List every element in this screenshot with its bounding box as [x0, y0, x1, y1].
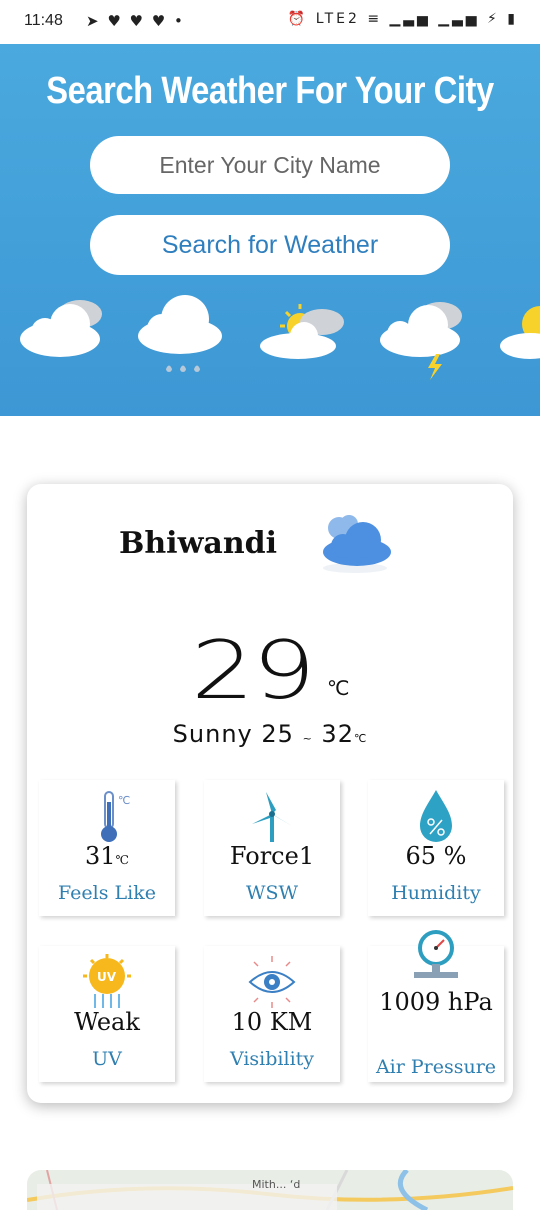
range-separator: ~ — [302, 732, 313, 745]
humidity-value: 65 % — [405, 842, 467, 870]
humidity-label: Humidity — [391, 882, 481, 904]
rain-cloud-icon — [138, 295, 222, 372]
condition-text: Sunny — [172, 720, 253, 748]
visibility-value: 10 KM — [231, 1008, 313, 1036]
map-preview[interactable]: Mith... ‘d — [27, 1170, 513, 1210]
map-label: Mith... ‘d — [252, 1178, 300, 1191]
status-time: 11:48 — [24, 12, 63, 29]
feels-like-value: 31℃ — [85, 842, 129, 870]
feels-like-tile: ℃ 31℃ Feels Like — [39, 780, 175, 916]
status-bar: 11:48 ➤ ♥ ♥ ♥ • ⏰ LTE2 ≡ ▁▃▅ ▁▃▅ ⚡ ▮ — [0, 0, 540, 44]
uv-value: Weak — [74, 1008, 140, 1036]
humidity-drop-icon — [420, 790, 452, 842]
visibility-tile: 10 KM Visibility — [204, 946, 340, 1082]
low-temperature: 25 — [261, 720, 294, 748]
wind-force-value: Force1 — [229, 842, 315, 870]
high-temperature: 32 — [321, 720, 354, 748]
visibility-eye-icon — [248, 956, 296, 1008]
wind-turbine-icon — [252, 792, 292, 842]
current-temperature: 29 — [191, 624, 316, 717]
uv-tile: UV Weak UV — [39, 946, 175, 1082]
sun-icon — [500, 306, 540, 359]
uv-sun-icon: UV — [83, 954, 131, 1008]
weather-icons-strip — [20, 295, 540, 380]
visibility-label: Visibility — [229, 1048, 315, 1070]
thunderstorm-icon — [380, 302, 462, 380]
search-weather-button[interactable]: Search for Weather — [90, 215, 450, 275]
pressure-label: Air Pressure — [375, 1056, 497, 1078]
pressure-value: 1009 hPa — [379, 988, 493, 1016]
feels-like-label: Feels Like — [58, 882, 156, 904]
search-hero: Search Weather For Your City Search for … — [0, 44, 540, 416]
partly-sunny-icon — [260, 304, 344, 359]
svg-text:UV: UV — [97, 970, 117, 984]
notification-icons: ➤ ♥ ♥ ♥ • — [86, 12, 185, 30]
thermometer-icon: ℃ — [101, 791, 130, 842]
pressure-tile: 1009 hPa Air Pressure — [368, 930, 504, 1082]
cloudy-icon — [323, 515, 391, 573]
condition-range: Sunny 25 ~ 32℃ — [27, 720, 513, 748]
range-unit: ℃ — [353, 732, 368, 745]
pressure-gauge-icon — [414, 930, 458, 978]
humidity-tile: 65 % Humidity — [368, 780, 504, 916]
city-search-input[interactable] — [90, 136, 450, 194]
map-roads: Mith... ‘d — [27, 1170, 513, 1210]
wind-tile: Force1 WSW — [204, 780, 340, 916]
city-name: Bhiwandi — [119, 526, 278, 561]
temperature-unit: ℃ — [327, 676, 350, 700]
uv-label: UV — [92, 1048, 122, 1070]
svg-text:℃: ℃ — [118, 794, 130, 807]
wind-direction-label: WSW — [245, 882, 299, 904]
page-title: Search Weather For Your City — [46, 70, 494, 112]
system-status-icons: ⏰ LTE2 ≡ ▁▃▅ ▁▃▅ ⚡ ▮ — [287, 11, 518, 27]
cloud-icon — [20, 300, 102, 357]
weather-card: Bhiwandi 29 ℃ Sunny 25 ~ 32℃ ℃ 31℃ Feels… — [27, 484, 513, 1103]
